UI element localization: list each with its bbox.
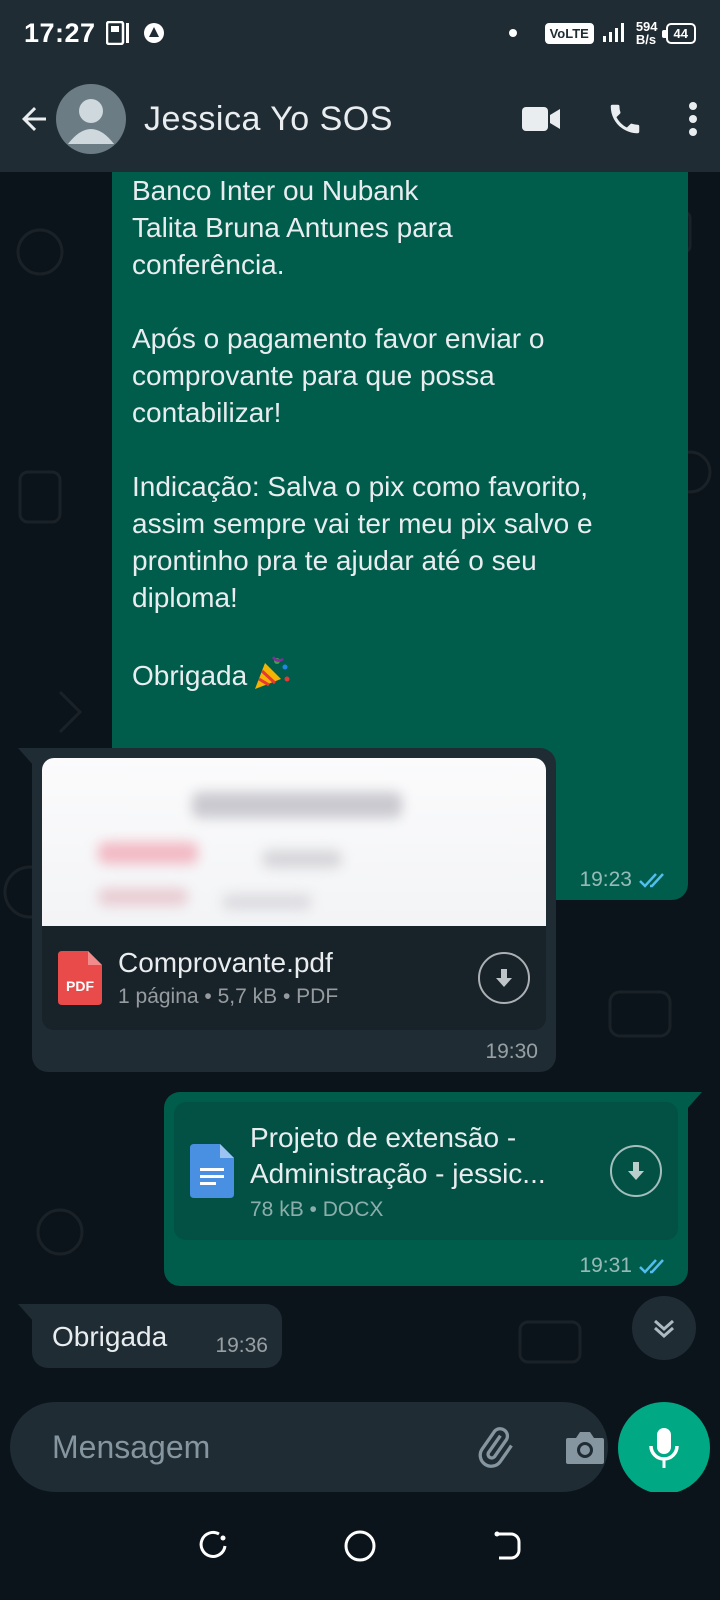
file-info: Projeto de extensão - Administração - je… — [250, 1120, 610, 1222]
status-right: VoLTE 594 B/s 44 — [508, 20, 696, 46]
pdf-file-icon: PDF — [58, 951, 102, 1005]
status-bar: 17:27 VoLTE 594 B/s 44 — [0, 0, 720, 66]
file-info: Comprovante.pdf 1 página • 5,7 kB • PDF — [118, 947, 478, 1009]
pdf-file-card[interactable]: PDF Comprovante.pdf 1 página • 5,7 kB • … — [42, 926, 546, 1030]
incoming-message-text[interactable]: Obrigada 19:36 — [32, 1304, 282, 1368]
signal-icon — [602, 23, 624, 42]
message-time: 19:30 — [485, 1040, 538, 1063]
back-nav-icon — [494, 1531, 521, 1560]
avatar-icon — [68, 99, 114, 144]
mic-icon — [649, 1428, 679, 1468]
system-nav-bar — [0, 1492, 720, 1600]
recent-apps-button[interactable] — [193, 1526, 233, 1566]
volte-badge: VoLTE — [544, 22, 594, 44]
double-check-icon — [639, 873, 664, 888]
pdf-badge-text: PDF — [66, 978, 94, 994]
contact-name[interactable]: Jessica Yo SOS — [144, 100, 393, 139]
recent-apps-icon — [199, 1530, 227, 1558]
composer-actions — [472, 1425, 606, 1469]
message-meta: 19:30 — [485, 1040, 538, 1064]
message-closing: Obrigada — [132, 660, 248, 691]
docx-file-card[interactable]: Projeto de extensão - Administração - je… — [174, 1102, 678, 1240]
blurred-preview-line — [98, 842, 198, 864]
message-time: 19:31 — [579, 1254, 632, 1277]
message-body: Banco Inter ou Nubank Talita Bruna Antun… — [132, 175, 593, 613]
blurred-preview-line — [192, 792, 402, 818]
chevron-down-icon — [654, 1319, 674, 1339]
message-time: 19:23 — [579, 868, 632, 891]
message-time: 19:36 — [215, 1334, 268, 1357]
outgoing-message-docx[interactable]: Projeto de extensão - Administração - je… — [164, 1092, 688, 1286]
back-arrow-icon — [22, 107, 46, 131]
voice-message-button[interactable] — [618, 1402, 710, 1494]
chat-area[interactable]: Banco Inter ou Nubank Talita Bruna Antun… — [0, 172, 720, 1372]
attach-icon[interactable] — [472, 1425, 516, 1469]
blurred-preview-line — [98, 888, 188, 906]
pdf-preview-thumbnail[interactable] — [42, 758, 546, 926]
avatar[interactable] — [56, 84, 126, 154]
message-input[interactable] — [52, 1428, 472, 1466]
scroll-to-bottom-button[interactable] — [632, 1296, 696, 1360]
chat-header: Jessica Yo SOS — [0, 66, 720, 172]
notification-dot-icon — [508, 29, 517, 37]
network-speed: 594 B/s — [636, 20, 658, 46]
download-button[interactable] — [610, 1145, 662, 1197]
phone-icon — [610, 104, 640, 134]
composer — [0, 1372, 720, 1494]
back-button[interactable] — [14, 99, 54, 139]
file-name: Projeto de extensão - Administração - je… — [250, 1120, 610, 1192]
message-text: Banco Inter ou Nubank Talita Bruna Antun… — [132, 172, 672, 694]
incoming-message-pdf[interactable]: PDF Comprovante.pdf 1 página • 5,7 kB • … — [32, 748, 556, 1072]
video-call-button[interactable] — [520, 104, 562, 134]
network-speed-unit: B/s — [635, 32, 657, 47]
docx-file-icon — [190, 1144, 234, 1198]
parking-app-icon — [105, 21, 129, 45]
app-notification-icon — [143, 23, 164, 43]
message-meta: 19:36 — [215, 1334, 268, 1358]
battery-indicator: 44 — [661, 22, 696, 44]
bubble-tail — [686, 1092, 702, 1110]
back-nav-button[interactable] — [487, 1526, 527, 1566]
more-options-icon — [689, 102, 697, 136]
status-time: 17:27 — [24, 17, 96, 48]
party-popper-emoji-icon — [255, 656, 290, 689]
header-actions — [520, 100, 706, 138]
file-name-line-1: Projeto de extensão - — [250, 1122, 517, 1153]
double-check-icon — [639, 1259, 664, 1274]
home-icon — [344, 1530, 376, 1562]
file-meta: 78 kB • DOCX — [250, 1198, 384, 1221]
message-meta: 19:31 — [579, 1254, 670, 1278]
home-button[interactable] — [340, 1526, 380, 1566]
blurred-preview-line — [262, 850, 342, 868]
blurred-preview-line — [222, 894, 312, 910]
file-name-line-2: Administração - jessic... — [250, 1158, 546, 1189]
video-call-icon — [522, 107, 560, 131]
download-button[interactable] — [478, 952, 530, 1004]
download-icon — [628, 1162, 644, 1180]
more-options-button[interactable] — [688, 101, 698, 137]
message-meta: 19:23 — [579, 868, 670, 892]
file-name: Comprovante.pdf — [118, 947, 333, 978]
camera-icon[interactable] — [564, 1428, 606, 1466]
voice-call-button[interactable] — [606, 100, 644, 138]
file-meta: 1 página • 5,7 kB • PDF — [118, 985, 339, 1008]
message-input-pill[interactable] — [10, 1402, 608, 1492]
status-notification-icons — [105, 21, 166, 45]
message-text: Obrigada — [52, 1321, 168, 1352]
download-icon — [496, 969, 512, 987]
